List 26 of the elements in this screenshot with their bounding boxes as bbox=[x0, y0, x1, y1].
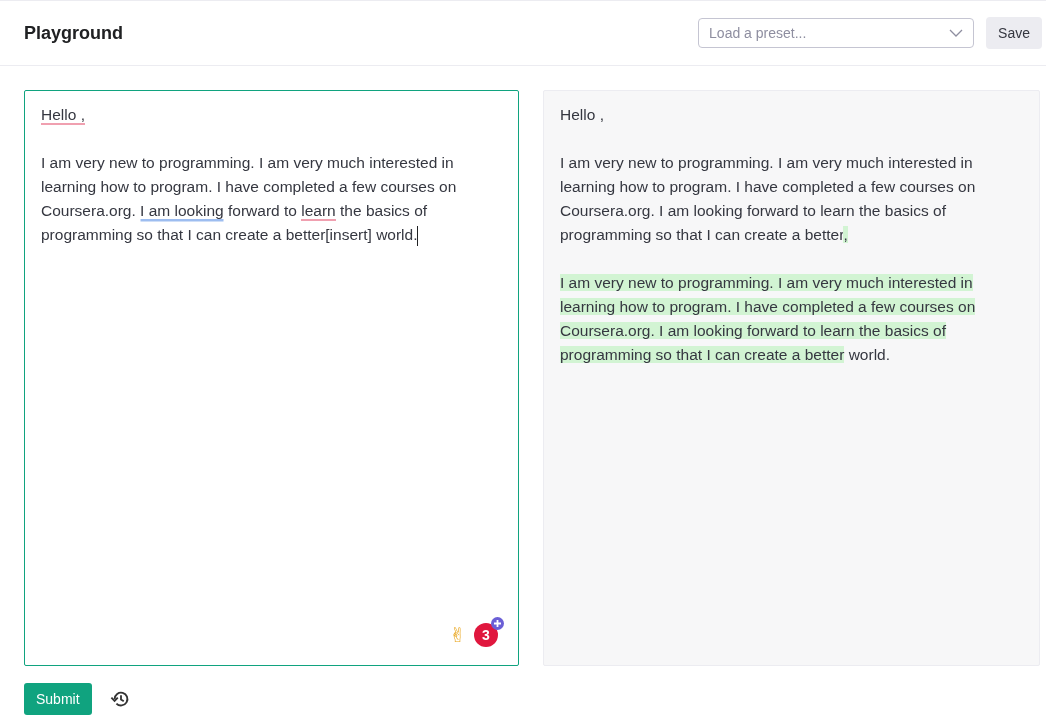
text-editor[interactable] bbox=[24, 90, 519, 666]
editor-text: learning how to program. I have completed a few courses on bbox=[41, 178, 457, 195]
output-text: programming so that I can create a better bbox=[560, 226, 844, 243]
page-title: Playground bbox=[24, 22, 123, 44]
suggestion-count-badge[interactable]: 3 bbox=[474, 623, 498, 647]
save-button[interactable]: Save bbox=[986, 17, 1042, 49]
editor-text: the basics of bbox=[340, 202, 428, 219]
added-text: I am very new to programming. I am very much interested in bbox=[560, 274, 973, 291]
error-underlined-text[interactable]: learn bbox=[301, 202, 336, 221]
added-text: Coursera.org. I am looking forward to learn the basics of bbox=[560, 322, 946, 339]
output-text: world. bbox=[847, 346, 890, 363]
output-text: learning how to program. I have completed a few courses on bbox=[560, 178, 976, 195]
editor-text: Coursera.org. bbox=[41, 202, 136, 219]
output-text: I am very new to programming. I am very much interested in bbox=[560, 154, 973, 171]
added-text: programming so that I can create a better bbox=[560, 346, 845, 363]
output-text: Coursera.org. I am looking forward to learn the basics of bbox=[560, 202, 946, 219]
chevron-down-icon bbox=[949, 29, 964, 37]
editor-text: forward to bbox=[228, 202, 297, 219]
error-underlined-text[interactable]: Hello , bbox=[41, 106, 85, 125]
added-text: , bbox=[843, 226, 848, 243]
added-text: learning how to program. I have completed a few courses on bbox=[560, 298, 976, 315]
suggestion-underlined-text[interactable]: I am looking bbox=[140, 202, 224, 219]
editor-text: I am very new to programming. I am very much interested in bbox=[41, 154, 454, 171]
output-text: Hello , bbox=[560, 106, 604, 123]
editor-text: programming so that I can create a better[insert] world. bbox=[41, 226, 418, 243]
plus-icon bbox=[491, 617, 504, 630]
